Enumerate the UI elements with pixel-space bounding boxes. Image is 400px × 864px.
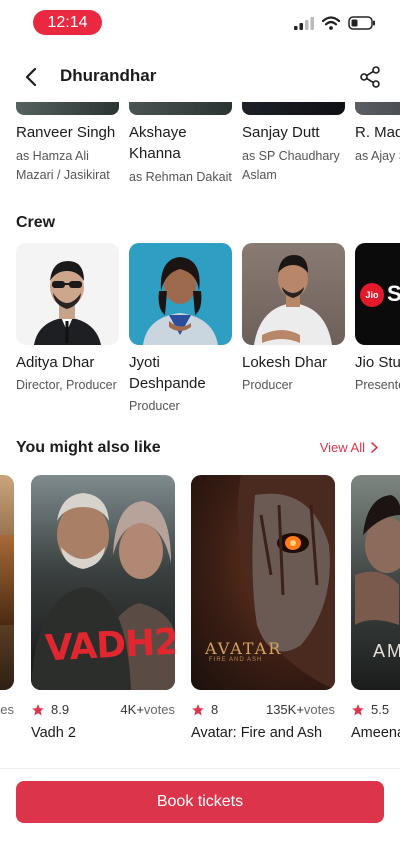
cast-card[interactable]: Ranveer Singh as Hamza Ali Mazari / Jasi…	[16, 102, 121, 185]
movie-meta: 5.5	[351, 702, 400, 717]
movie-card[interactable]: otes	[0, 475, 14, 717]
recommendations-list[interactable]: otes VADH2 8.9 4K+votes Vadh 2	[0, 475, 400, 750]
crew-photo	[129, 243, 232, 345]
rating-value: 8.9	[51, 702, 70, 717]
movie-meta: 8 135K+votes	[191, 702, 335, 717]
poster-subtitle-text: FIRE AND ASH	[209, 657, 263, 663]
cast-role: as SP Chaudhary Aslam	[242, 149, 340, 182]
cast-role: as Hamza Ali Mazari / Jasikirat	[16, 149, 110, 182]
battery-icon	[348, 16, 375, 30]
movie-rating: 8.9	[31, 702, 69, 717]
crew-name: Aditya Dhar	[16, 354, 95, 371]
cast-name: Ranveer Singh	[16, 124, 116, 141]
poster-title-text: AVATAR	[205, 639, 283, 658]
movie-card[interactable]: AM 5.5 Ameena	[351, 475, 400, 741]
share-button[interactable]	[356, 63, 384, 91]
back-button[interactable]	[18, 64, 44, 90]
crew-logo: Jio ST	[355, 243, 400, 345]
bottom-bar: Book tickets	[0, 768, 400, 864]
crew-photo	[242, 243, 345, 345]
movie-poster: AVATAR FIRE AND ASH	[191, 475, 335, 690]
wifi-icon	[322, 16, 340, 30]
crew-card[interactable]: Jyoti Deshpande Producer	[129, 243, 234, 416]
crew-photo	[16, 243, 119, 345]
movie-meta: 8.9 4K+votes	[31, 702, 175, 717]
crew-role: Producer	[242, 378, 293, 392]
cast-role: as Rehman Dakait	[129, 170, 232, 184]
movie-poster	[0, 475, 14, 690]
cast-photo	[242, 102, 345, 115]
book-tickets-button[interactable]: Book tickets	[16, 781, 384, 823]
movie-rating: 5.5	[351, 702, 389, 717]
cast-list[interactable]: Ranveer Singh as Hamza Ali Mazari / Jasi…	[0, 102, 400, 192]
status-icons	[294, 16, 376, 30]
view-all-link[interactable]: View All	[320, 440, 378, 455]
crew-list[interactable]: Aditya Dhar Director, Producer Jyoti Des…	[0, 243, 400, 418]
share-icon	[360, 66, 380, 88]
movie-poster: AM	[351, 475, 400, 690]
status-time: 12:14	[33, 10, 102, 35]
chevron-right-icon	[371, 442, 378, 453]
crew-role: Director, Producer	[16, 378, 117, 392]
cast-name: Sanjay Dutt	[242, 124, 320, 141]
poster-title-text: AM	[373, 641, 400, 661]
movie-votes: otes	[0, 702, 14, 717]
page-title: Dhurandhar	[60, 66, 157, 85]
app-header: Dhurandhar	[0, 52, 400, 102]
crew-role: Producer	[129, 399, 180, 413]
chevron-left-icon	[25, 67, 37, 87]
cast-role: as Ajay S	[355, 149, 400, 163]
movie-meta: otes	[0, 702, 14, 717]
status-bar: 12:14	[0, 0, 400, 46]
poster-title-text: VADH2	[44, 621, 175, 670]
movie-card[interactable]: VADH2 8.9 4K+votes Vadh 2	[31, 475, 175, 741]
cast-photo	[16, 102, 119, 115]
crew-name: Lokesh Dhar	[242, 354, 328, 371]
movie-card[interactable]: AVATAR FIRE AND ASH 8 135K+votes Avatar:…	[191, 475, 335, 741]
recommendations-heading: You might also like	[16, 439, 161, 456]
jio-logo-icon: Jio	[360, 283, 384, 307]
crew-role: Presente	[355, 378, 400, 392]
crew-card[interactable]: Aditya Dhar Director, Producer	[16, 243, 121, 395]
movie-title: Vadh 2	[31, 725, 76, 741]
signal-icon	[294, 16, 314, 30]
cast-name: Akshaye Khanna	[129, 124, 187, 162]
view-all-label: View All	[319, 440, 365, 455]
rating-value: 5.5	[371, 702, 390, 717]
crew-card[interactable]: Lokesh Dhar Producer	[242, 243, 347, 395]
movie-title: Ameena	[351, 725, 400, 741]
cast-photo	[129, 102, 232, 115]
movie-votes: 135K+votes	[265, 702, 335, 717]
star-icon	[32, 703, 44, 716]
movie-poster: VADH2	[31, 475, 175, 690]
cast-card[interactable]: Akshaye Khanna as Rehman Dakait	[129, 102, 234, 187]
movie-rating: 8	[191, 702, 218, 717]
star-icon	[192, 703, 204, 716]
crew-card[interactable]: Jio ST Jio Stu Presente	[355, 243, 400, 395]
crew-heading: Crew	[16, 214, 56, 231]
movie-votes: 4K+votes	[120, 702, 175, 717]
movie-title: Avatar: Fire and Ash	[191, 725, 323, 741]
star-icon	[352, 703, 364, 716]
cast-photo	[355, 102, 400, 115]
crew-name: Jyoti Deshpande	[129, 354, 206, 392]
cast-name: R. Mad	[355, 124, 400, 141]
crew-name: Jio Stu	[355, 354, 400, 371]
rating-value: 8	[211, 702, 219, 717]
cast-card[interactable]: Sanjay Dutt as SP Chaudhary Aslam	[242, 102, 347, 185]
cast-card[interactable]: R. Mad as Ajay S	[355, 102, 400, 166]
